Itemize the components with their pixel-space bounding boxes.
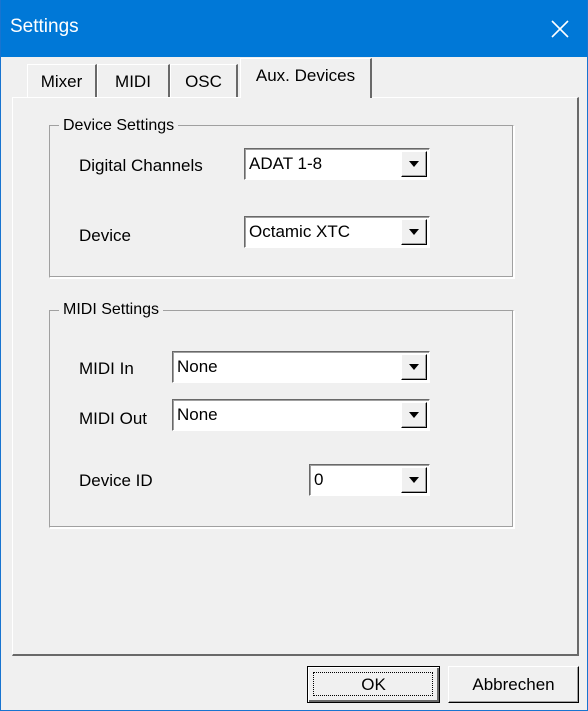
digital-channels-value: ADAT 1-8 (249, 154, 323, 173)
chevron-down-icon (409, 229, 419, 235)
focus-indicator (313, 672, 433, 696)
midi-out-select[interactable]: None (172, 399, 430, 431)
window-title: Settings (10, 16, 79, 37)
midi-out-value: None (177, 405, 218, 424)
device-select[interactable]: Octamic XTC (244, 216, 430, 248)
midi-out-label: MIDI Out (79, 409, 148, 428)
title-bar[interactable]: Settings (1, 0, 587, 57)
settings-dialog: Settings Mixer MIDI OSC Aux. Devices Dev… (0, 0, 588, 711)
device-settings-label: Device Settings (59, 117, 179, 135)
tab-aux-devices[interactable]: Aux. Devices (240, 58, 372, 98)
dropdown-button[interactable] (401, 219, 427, 245)
dropdown-button[interactable] (401, 467, 427, 493)
device-id-value: 0 (314, 470, 324, 489)
midi-settings-label: MIDI Settings (59, 301, 164, 319)
close-button[interactable] (533, 0, 587, 57)
device-value: Octamic XTC (249, 222, 351, 241)
cancel-button[interactable]: Abbrechen (448, 666, 579, 703)
tab-mixer[interactable]: Mixer (27, 64, 97, 99)
tab-label: MIDI (115, 72, 151, 91)
dropdown-button[interactable] (401, 151, 427, 177)
digital-channels-label: Digital Channels (79, 156, 203, 175)
chevron-down-icon (409, 161, 419, 167)
cancel-button-label: Abbrechen (472, 674, 555, 694)
midi-in-label: MIDI In (79, 359, 134, 378)
digital-channels-select[interactable]: ADAT 1-8 (244, 148, 430, 180)
midi-in-select[interactable]: None (172, 351, 430, 383)
midi-in-value: None (177, 357, 218, 376)
device-label: Device (79, 226, 131, 245)
chevron-down-icon (409, 412, 419, 418)
ok-button[interactable]: OK (307, 666, 440, 703)
device-id-label: Device ID (79, 471, 153, 490)
close-icon (551, 19, 569, 38)
tab-label: Aux. Devices (255, 65, 356, 85)
dropdown-button[interactable] (401, 402, 427, 428)
device-id-select[interactable]: 0 (309, 464, 430, 496)
dropdown-button[interactable] (401, 354, 427, 380)
tab-osc[interactable]: OSC (170, 64, 238, 99)
chevron-down-icon (409, 477, 419, 483)
tab-label: Mixer (40, 72, 83, 91)
tab-label: OSC (185, 72, 222, 91)
chevron-down-icon (409, 364, 419, 370)
tab-midi[interactable]: MIDI (97, 64, 170, 99)
tab-panel-aux-devices: Device Settings Digital Channels ADAT 1-… (12, 97, 579, 656)
